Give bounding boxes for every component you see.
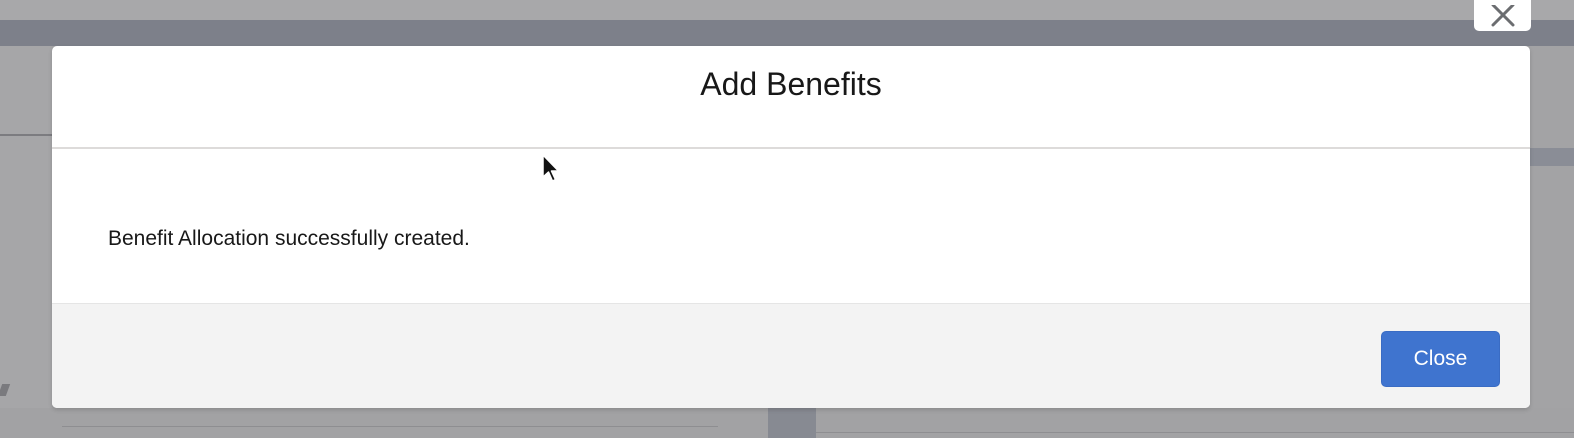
background-field-underline xyxy=(62,426,718,427)
modal-footer: Close xyxy=(52,303,1530,408)
background-right-strip xyxy=(1530,148,1574,166)
add-benefits-modal: Add Benefits Benefit Allocation successf… xyxy=(52,46,1530,408)
modal-body: Benefit Allocation successfully created. xyxy=(52,149,1530,303)
modal-close-button[interactable] xyxy=(1474,0,1531,31)
success-message: Benefit Allocation successfully created. xyxy=(108,227,470,250)
modal-header: Add Benefits xyxy=(52,46,1530,149)
background-left-panel xyxy=(0,46,52,438)
background-divider xyxy=(0,134,52,136)
background-field-underline-2 xyxy=(816,432,1574,433)
background-topbar xyxy=(0,0,1574,20)
modal-title: Add Benefits xyxy=(700,65,882,102)
background-header-band xyxy=(0,20,1574,46)
background-bottom-column xyxy=(768,408,816,438)
close-icon xyxy=(1491,5,1514,27)
close-button[interactable]: Close xyxy=(1381,331,1500,387)
